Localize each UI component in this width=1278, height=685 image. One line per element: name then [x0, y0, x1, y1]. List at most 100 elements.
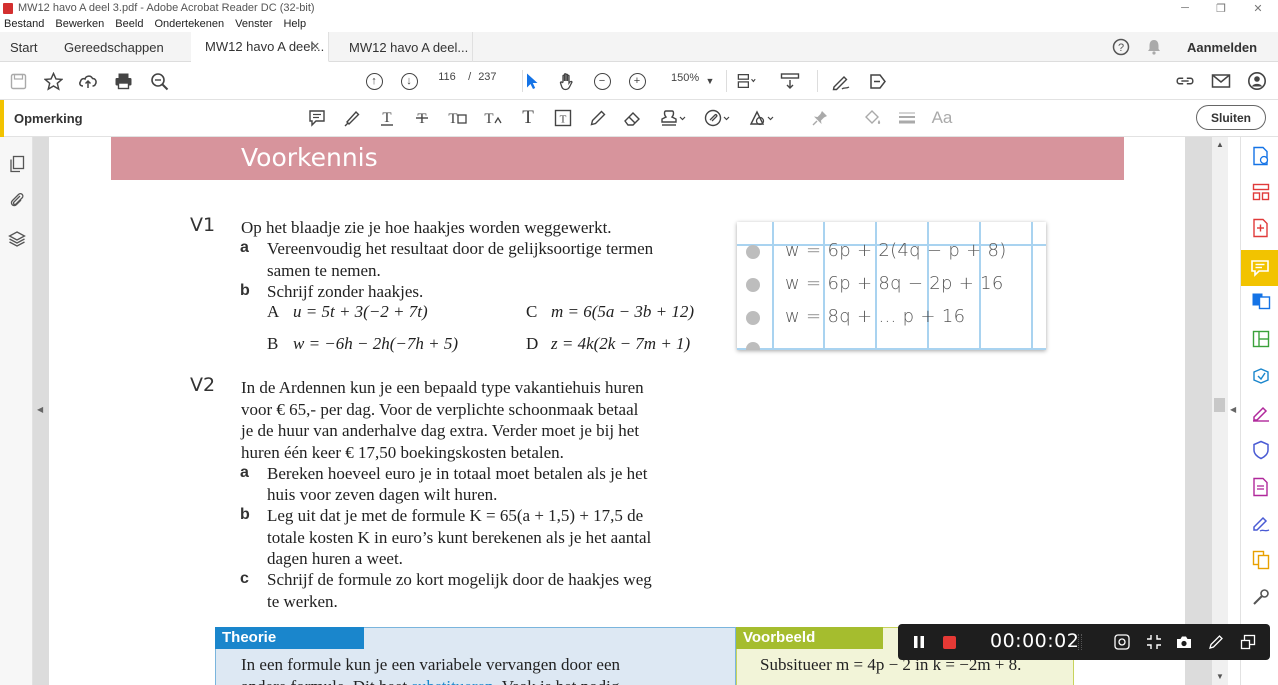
replace-text-icon[interactable]: T [446, 108, 468, 128]
close-comment-button[interactable]: Sluiten [1196, 105, 1266, 130]
add-text-icon[interactable]: T [517, 107, 539, 128]
create-pdf-icon[interactable] [1251, 218, 1271, 238]
menu-help[interactable]: Help [283, 18, 306, 30]
maximize-button[interactable]: ❐ [1203, 0, 1239, 16]
eraser-icon[interactable] [622, 108, 644, 128]
send-for-review-icon[interactable] [1251, 550, 1271, 570]
scroll-up-icon[interactable]: ▲ [1216, 140, 1224, 149]
close-tab-icon[interactable]: ✕ [311, 40, 320, 53]
organize-pages-icon[interactable] [1251, 182, 1271, 202]
title-bar: MW12 havo A deel 3.pdf - Adobe Acrobat R… [0, 0, 1278, 16]
signin-link[interactable]: Aanmelden [1187, 32, 1257, 62]
account-share-icon[interactable] [1247, 71, 1267, 91]
sticky-note-icon[interactable] [306, 108, 328, 128]
notepad-illustration: w = 6p + 2(4q − p + 8) w = 6p + 8q − 2p … [737, 222, 1046, 350]
fullscreen-icon[interactable] [1142, 624, 1166, 660]
document-page[interactable]: Voorkennis V1 Op het blaadje zie je hoe … [49, 137, 1185, 685]
tab-document-2[interactable]: MW12 havo A deel... [335, 32, 473, 62]
pdf-document-icon[interactable] [1251, 477, 1271, 497]
tab-document-active[interactable]: MW12 havo A deel... ✕ [191, 32, 329, 62]
menu-venster[interactable]: Venster [235, 18, 272, 30]
minimize-recorder-icon[interactable] [1236, 624, 1260, 660]
fill-color-icon[interactable] [861, 108, 883, 128]
pencil-draw-icon[interactable] [587, 108, 609, 128]
upload-cloud-icon[interactable] [78, 71, 98, 91]
close-window-button[interactable]: ✕ [1240, 0, 1276, 16]
annotate-pen-icon[interactable] [1204, 624, 1228, 660]
tab-start[interactable]: Start [10, 32, 37, 62]
camera-icon[interactable] [1172, 624, 1196, 660]
text-box-icon[interactable]: T [552, 108, 574, 128]
help-icon[interactable]: ? [1112, 32, 1130, 62]
scroll-down-icon[interactable]: ▼ [1216, 672, 1224, 681]
insert-text-icon[interactable]: T [482, 108, 504, 128]
pause-icon[interactable] [906, 624, 932, 660]
edit-pdf-icon[interactable] [1251, 329, 1271, 349]
combine-files-icon[interactable] [1251, 291, 1271, 311]
menu-bewerken[interactable]: Bewerken [55, 18, 104, 30]
attach-file-icon[interactable] [704, 108, 732, 128]
request-signature-icon[interactable] [1251, 514, 1271, 534]
v1-option-c-equation: m = 6(5a − 3b + 12) [551, 302, 695, 321]
page-number-input[interactable]: 116 [433, 71, 461, 84]
bookmark-star-icon[interactable] [43, 71, 63, 91]
font-size-icon[interactable]: Aa [931, 108, 953, 128]
underline-text-icon[interactable]: T [376, 108, 398, 128]
next-page-icon[interactable]: ↓ [399, 71, 419, 91]
webcam-icon[interactable] [1110, 624, 1134, 660]
svg-text:T: T [448, 111, 457, 127]
tab-tools[interactable]: Gereedschappen [64, 32, 164, 62]
save-icon[interactable] [8, 71, 28, 91]
stamp-icon[interactable] [660, 108, 688, 128]
comment-tool-icon[interactable] [1241, 250, 1278, 286]
notifications-bell-icon[interactable] [1146, 32, 1162, 62]
scroll-mode-icon[interactable] [780, 71, 800, 91]
stop-record-icon[interactable] [936, 624, 962, 660]
v2-line-2: voor € 65,- per dag. Voor de verplichte … [241, 400, 639, 419]
protect-shield-icon[interactable] [1251, 440, 1271, 460]
export-pdf-icon[interactable] [1251, 146, 1271, 166]
theorie-line-2: andere formule. Dit heet substitueren. V… [241, 676, 619, 685]
zoom-out-icon[interactable]: − [592, 71, 612, 91]
menu-beeld[interactable]: Beeld [115, 18, 143, 30]
v1-a-label: a [240, 239, 249, 256]
fill-sign-tool-icon[interactable] [1251, 403, 1271, 423]
print-icon[interactable] [113, 71, 133, 91]
shapes-icon[interactable] [748, 108, 776, 128]
share-link-icon[interactable] [1175, 71, 1195, 91]
previous-page-icon[interactable]: ↑ [364, 71, 384, 91]
strikethrough-icon[interactable]: T [411, 108, 433, 128]
scan-enhance-icon[interactable] [1251, 366, 1271, 386]
expand-right-panel-icon[interactable]: ◀ [1230, 405, 1236, 414]
substitueren-link[interactable]: substitueren [411, 677, 493, 685]
pin-icon[interactable] [809, 108, 831, 128]
email-icon[interactable] [1211, 71, 1231, 91]
layers-icon[interactable] [8, 230, 26, 248]
zoom-dropdown-chevron-icon[interactable]: ▼ [700, 71, 720, 91]
select-cursor-icon[interactable] [522, 71, 542, 91]
zoom-in-icon[interactable]: + [627, 71, 647, 91]
highlighter-icon[interactable] [341, 108, 363, 128]
zoom-level[interactable]: 150% [671, 72, 699, 84]
v1-option-b-equation: w = −6h − 2h(−7h + 5) [293, 334, 459, 353]
more-tools-icon[interactable] [1251, 587, 1271, 607]
svg-text:?: ? [1118, 42, 1124, 54]
v2-c-line1: Schrijf de formule zo kort mogelijk door… [267, 570, 652, 589]
line-style-icon[interactable] [896, 108, 918, 128]
sign-pen-icon[interactable] [831, 71, 851, 91]
menu-ondertekenen[interactable]: Ondertekenen [154, 18, 224, 30]
drag-handle[interactable] [1078, 634, 1082, 650]
minimize-button[interactable]: ─ [1167, 0, 1203, 16]
collapse-left-panel-icon[interactable]: ◀ [37, 405, 43, 414]
hand-tool-icon[interactable] [557, 71, 577, 91]
page-thumbnails-icon[interactable] [8, 155, 26, 173]
v2-line-3: je de huur van anderhalve dag extra. Ver… [241, 421, 640, 440]
menu-bestand[interactable]: Bestand [4, 18, 44, 30]
fill-sign-icon[interactable] [868, 71, 888, 91]
search-zoom-icon[interactable] [149, 71, 169, 91]
page-display-icon[interactable] [737, 71, 757, 91]
scrollbar-thumb[interactable] [1214, 398, 1225, 412]
attachments-paperclip-icon[interactable] [8, 191, 26, 209]
binder-hole [746, 311, 760, 325]
v2-a-line1: Bereken hoeveel euro je in totaal moet b… [267, 464, 648, 483]
